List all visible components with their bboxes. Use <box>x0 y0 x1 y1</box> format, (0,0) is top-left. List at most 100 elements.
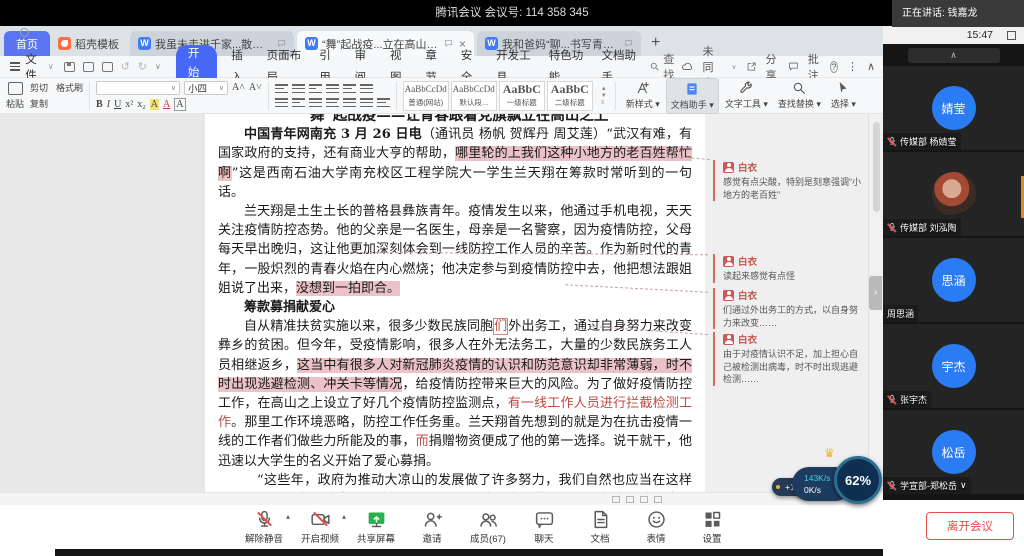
control-settings-button[interactable]: 设置 <box>686 509 738 545</box>
expand-caret-icon[interactable]: ∨ <box>960 480 967 491</box>
list-icon-2[interactable] <box>309 83 322 94</box>
control-label: 表情 <box>646 531 665 545</box>
collapse-comments-button[interactable]: › <box>869 276 882 310</box>
control-emoji-button[interactable]: 表情 <box>630 509 682 545</box>
print-icon[interactable] <box>83 62 94 72</box>
font-name-select[interactable]: ∨ <box>96 81 180 95</box>
leave-meeting-button[interactable]: 离开会议 <box>926 512 1014 540</box>
participant-tile-4[interactable]: 松岳学宣部-郑松岳 ∨ <box>883 410 1024 494</box>
doc-assistant-button[interactable]: 文档助手 ▾ <box>666 78 719 114</box>
control-caret-icon[interactable]: ▴ <box>286 512 290 521</box>
participant-tile-0[interactable]: 婧莹传媒部 杨婧莹 <box>883 66 1024 150</box>
view-mode-icon[interactable] <box>612 496 620 503</box>
list-icon-0[interactable] <box>275 83 288 94</box>
control-label: 邀请 <box>422 531 441 545</box>
sidebar-clock-strip: 15:47 <box>883 26 1024 44</box>
help-button[interactable]: ? <box>830 61 838 73</box>
align-icon-3[interactable] <box>326 97 339 108</box>
new-style-button[interactable]: 新样式 ▾ <box>622 78 664 114</box>
ribbon-tools: 新样式 ▾文档助手 ▾文字工具 ▾查找替换 ▾选择 ▾ <box>622 78 860 114</box>
docassist-icon <box>684 81 700 97</box>
comment-card-3[interactable]: 白衣由于对疫情认识不足，加上担心自己被检测出病毒，时不时出现逃避检测…… <box>713 332 863 386</box>
align-icon-6[interactable] <box>377 97 390 108</box>
italic-button[interactable]: I <box>107 99 110 110</box>
participant-tile-2[interactable]: 思涵周思涵 <box>883 238 1024 322</box>
align-icon-4[interactable] <box>343 97 356 108</box>
list-icon-5[interactable] <box>360 83 373 94</box>
taskbar-strip <box>55 549 883 556</box>
style-card-0[interactable]: AaBbCcDd普通(网站) <box>403 81 449 111</box>
list-icon-1[interactable] <box>292 83 305 94</box>
tab-docer[interactable]: 稻壳模板 <box>50 31 127 56</box>
subscript-icon[interactable]: x₂ <box>137 99 146 110</box>
new-tab-button[interactable]: + <box>651 34 660 52</box>
paragraph-1: 兰天翔是土生土长的普格县彝族青年。疫情发生以来，他通过手机电视，天天关注疫情防控… <box>218 202 692 298</box>
network-stats-widget[interactable]: ♛ +121 143K/s 0K/s 62% <box>772 450 882 508</box>
copy-button[interactable]: 复制 <box>30 97 48 110</box>
find-replace-button[interactable]: 查找替换 ▾ <box>774 78 825 114</box>
fold-ribbon-button[interactable]: ∧ <box>867 60 875 73</box>
comment-author-icon <box>723 162 734 173</box>
control-members-button[interactable]: 成员(67) <box>462 509 514 545</box>
list-icon-4[interactable] <box>343 83 356 94</box>
shrink-font-icon[interactable]: A˅ <box>249 82 262 93</box>
collapse-videos-button[interactable]: ∧ <box>908 48 1000 63</box>
control-docs-button[interactable]: 文档 <box>574 509 626 545</box>
page-layout-icon[interactable] <box>626 496 634 503</box>
scrollbar-thumb[interactable] <box>873 122 880 212</box>
more-button[interactable]: ⋮ <box>847 60 858 73</box>
comment-card-1[interactable]: 白衣读起来感觉有点怪 <box>713 254 863 283</box>
align-icon-1[interactable] <box>292 97 305 108</box>
save-icon[interactable] <box>64 62 75 72</box>
align-icon-0[interactable] <box>275 97 288 108</box>
superscript-icon[interactable]: x² <box>125 99 133 110</box>
align-icon-2[interactable] <box>309 97 322 108</box>
control-chat-button[interactable]: 聊天 <box>518 509 570 545</box>
control-caret-icon[interactable]: ▴ <box>342 512 346 521</box>
comment-card-2[interactable]: 白衣们通过外出务工的方式，以自身努力来改变…… <box>713 288 863 329</box>
grow-font-icon[interactable]: A˄ <box>232 82 245 93</box>
highlight-color-icon[interactable]: A <box>150 99 159 110</box>
qat-caret-icon[interactable]: ∨ <box>155 62 161 71</box>
participant-label: 传媒部 杨婧莹 <box>883 133 961 150</box>
preview-icon[interactable] <box>102 62 113 72</box>
window-menu-icon[interactable] <box>20 28 29 37</box>
font-size-select[interactable]: 小四∨ <box>184 81 228 95</box>
fullscreen-icon[interactable] <box>1007 31 1016 40</box>
painter-button[interactable]: 格式刷 <box>56 81 83 94</box>
underline-button[interactable]: U <box>114 99 121 110</box>
style-card-1[interactable]: AaBbCcDd默认段... <box>451 81 497 111</box>
font-color-icon[interactable]: A <box>163 99 170 110</box>
comment-card-0[interactable]: 白衣感觉有点尖酸，特别是刻意强调“小地方的老百姓” <box>713 160 863 201</box>
outline-view-icon[interactable] <box>640 496 648 503</box>
hamburger-icon[interactable] <box>10 60 20 73</box>
bold-button[interactable]: B <box>96 99 103 110</box>
control-label: 设置 <box>702 531 721 545</box>
style-sample: AaBbCcDd <box>404 82 448 97</box>
zoom-control-icon[interactable] <box>654 496 662 503</box>
undo-icon[interactable]: ↺ <box>121 60 130 73</box>
style-gallery-arrows[interactable]: ▲▼≡ <box>599 86 609 106</box>
participant-tile-1[interactable]: 传媒部 刘泓陶 <box>883 152 1024 236</box>
document-viewport[interactable]: “舞”起战疫——让青春跟着党旗飘立在高山之上 中国青年网南充 3 月 26 日电… <box>0 114 868 492</box>
character-border-icon[interactable]: A <box>174 98 185 111</box>
cut-button[interactable]: 剪切 <box>30 81 48 94</box>
select-button[interactable]: 选择 ▾ <box>827 78 860 114</box>
text-tools-button[interactable]: 文字工具 ▾ <box>721 78 772 114</box>
list-icon-3[interactable] <box>326 83 339 94</box>
style-card-2[interactable]: AaBbC一级标题 <box>499 81 545 111</box>
control-screen-button[interactable]: 共享屏幕 <box>350 509 402 545</box>
tab-label: 稻壳模板 <box>75 36 119 52</box>
align-icon-5[interactable] <box>360 97 373 108</box>
control-invite-button[interactable]: 邀请 <box>406 509 458 545</box>
text-run: 们 <box>493 318 508 335</box>
document-page[interactable]: “舞”起战疫——让青春跟着党旗飘立在高山之上 中国青年网南充 3 月 26 日电… <box>205 114 705 492</box>
paste-button[interactable]: 粘贴 <box>6 82 24 110</box>
control-camera-button[interactable]: 开启视频▴ <box>294 509 346 545</box>
redo-icon[interactable]: ↻ <box>138 60 147 73</box>
comment-author-icon <box>723 290 734 301</box>
style-card-3[interactable]: AaBbC二级标题 <box>547 81 593 111</box>
participant-name: 周思涵 <box>887 307 914 320</box>
control-mic-button[interactable]: 解除静音▴ <box>238 509 290 545</box>
participant-tile-3[interactable]: 宇杰张宇杰 <box>883 324 1024 408</box>
